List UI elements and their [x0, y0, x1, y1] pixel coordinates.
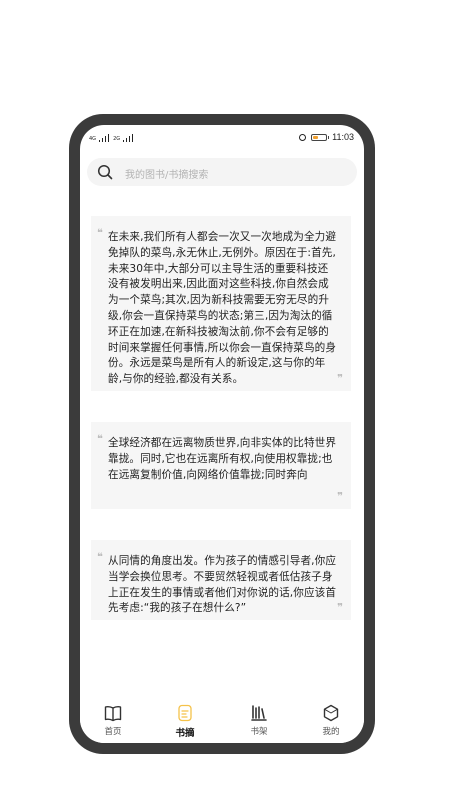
signal-bar-icon	[125, 138, 128, 142]
tab-label: 首页	[104, 727, 122, 737]
quote-text: 从同情的角度出发。作为孩子的情感引导者,你应当学会换位思考。不要贸然轻视或者低估…	[108, 555, 337, 615]
excerpt-icon	[178, 704, 192, 722]
signal-bar-icon	[131, 134, 134, 142]
battery-level	[313, 135, 319, 139]
open-quote-icon: ❞	[97, 545, 103, 557]
phone-frame: 4G 2G 11:03 我的图书/书摘搜索 ❞ 在未来,我们所有人都会一次又一次…	[69, 114, 375, 754]
signal-bar-icon	[128, 136, 131, 142]
open-quote-icon: ❞	[97, 427, 103, 439]
status-time: 11:03	[332, 132, 354, 142]
search-icon	[97, 164, 113, 180]
tab-label: 我的	[322, 727, 340, 737]
close-quote-icon: ❞	[337, 373, 343, 385]
status-right: 11:03	[299, 132, 354, 142]
signal-bar-icon	[107, 134, 110, 142]
bottom-tab-bar: 首页 书摘 书架 我的	[80, 695, 364, 743]
tab-label: 书摘	[175, 728, 195, 739]
signal-bar-icon	[98, 140, 101, 142]
search-placeholder: 我的图书/书摘搜索	[125, 170, 209, 181]
quote-card[interactable]: ❞ 全球经济都在远离物质世界,向非实体的比特世界靠拢。同时,它也在远离所有权,向…	[91, 422, 351, 509]
search-bar[interactable]: 我的图书/书摘搜索	[87, 158, 357, 186]
quote-text: 在未来,我们所有人都会一次又一次地成为全力避免掉队的菜鸟,永无休止,无例外。原因…	[108, 231, 337, 386]
alarm-icon	[299, 133, 307, 141]
bookshelf-icon	[251, 705, 267, 721]
signal-bar-icon	[122, 140, 125, 142]
tab-home[interactable]: 首页	[88, 695, 138, 743]
network-type-label: 2G	[113, 136, 121, 142]
close-quote-icon: ❞	[337, 491, 343, 503]
hexagon-profile-icon	[323, 704, 339, 722]
open-quote-icon: ❞	[97, 221, 103, 233]
tab-bookshelf[interactable]: 书架	[234, 695, 284, 743]
signal-indicators: 4G 2G	[89, 134, 134, 142]
quote-card[interactable]: ❞ 在未来,我们所有人都会一次又一次地成为全力避免掉队的菜鸟,永无休止,无例外。…	[91, 216, 351, 391]
tab-profile[interactable]: 我的	[306, 695, 356, 743]
signal-bar-icon	[101, 138, 104, 142]
quote-text: 全球经济都在远离物质世界,向非实体的比特世界靠拢。同时,它也在远离所有权,向使用…	[108, 437, 337, 481]
quote-card[interactable]: ❞ 从同情的角度出发。作为孩子的情感引导者,你应当学会换位思考。不要贸然轻视或者…	[91, 540, 351, 620]
network-type-label: 4G	[89, 136, 97, 142]
close-quote-icon: ❞	[337, 602, 343, 614]
app-screen: 4G 2G 11:03 我的图书/书摘搜索 ❞ 在未来,我们所有人都会一次又一次…	[80, 125, 364, 743]
battery-icon	[311, 133, 330, 141]
signal-bar-icon	[104, 136, 107, 142]
status-bar: 4G 2G 11:03	[80, 125, 364, 151]
book-open-icon	[104, 706, 122, 722]
tab-label: 书架	[250, 727, 268, 737]
tab-excerpts[interactable]: 书摘	[160, 695, 210, 743]
